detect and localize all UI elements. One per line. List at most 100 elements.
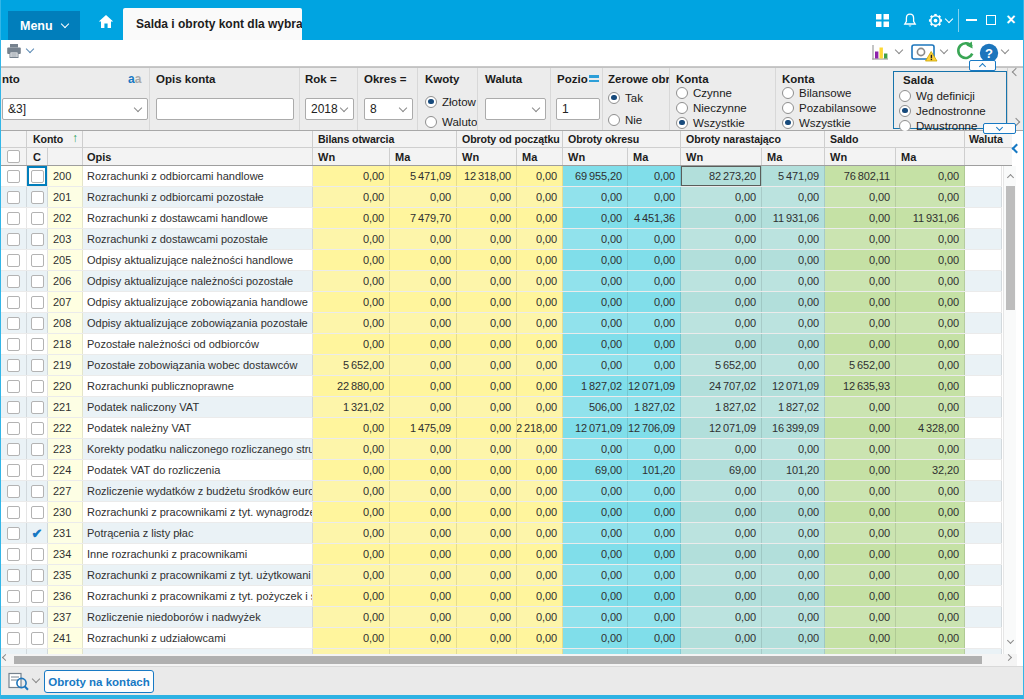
row-c-cell[interactable] — [27, 628, 48, 648]
cell-konto[interactable]: 231 — [48, 523, 83, 543]
row-select-checkbox[interactable] — [7, 632, 20, 645]
cell-value[interactable]: 0,00 — [825, 418, 896, 438]
cell-value[interactable]: 0,00 — [628, 313, 681, 333]
cell-value[interactable]: 11 931,06 — [896, 208, 965, 228]
cell-value[interactable]: 0,00 — [681, 565, 762, 585]
table-row-241[interactable]: 241Rozrachunki z udziałowcami0,000,000,0… — [0, 628, 1002, 649]
row-select-checkbox[interactable] — [7, 422, 20, 435]
chart-button[interactable] — [871, 44, 889, 61]
cell-value[interactable]: 0,00 — [681, 439, 762, 459]
cell-value[interactable]: 0,00 — [457, 586, 517, 606]
table-row-237[interactable]: 237Rozliczenie niedoborów i nadwyżek0,00… — [0, 607, 1002, 628]
cell-value[interactable]: 0,00 — [628, 481, 681, 501]
cell-value[interactable]: 0,00 — [313, 460, 390, 480]
cell-value[interactable]: 0,00 — [681, 523, 762, 543]
konto-filter-combobox[interactable]: &3] — [2, 98, 148, 120]
cell-value[interactable]: 0,00 — [457, 355, 517, 375]
cell-value[interactable]: 0,00 — [517, 166, 563, 186]
row-c-checkbox[interactable] — [31, 548, 44, 561]
radio-konta_aktywnosc-1[interactable]: Nieczynne — [676, 101, 747, 114]
cell-value[interactable]: 0,00 — [517, 586, 563, 606]
cell-value[interactable]: 0,00 — [390, 376, 457, 396]
cell-value[interactable]: 0,00 — [628, 229, 681, 249]
row-select-cell[interactable] — [0, 460, 27, 480]
radio-konta_aktywnosc-2[interactable]: Wszystkie — [676, 116, 745, 129]
cell-konto[interactable]: 203 — [48, 229, 83, 249]
row-select-checkbox[interactable] — [7, 443, 20, 456]
row-select-checkbox[interactable] — [7, 548, 20, 561]
radio-konta_typ-0[interactable]: Bilansowe — [782, 86, 851, 99]
cell-value[interactable]: 0,00 — [896, 355, 965, 375]
cell-value[interactable]: 0,00 — [762, 229, 825, 249]
cell-value[interactable]: 0,00 — [563, 334, 628, 354]
cell-value[interactable]: 0,00 — [628, 586, 681, 606]
cell-waluta[interactable] — [965, 460, 1002, 480]
cell-value[interactable]: 0,00 — [563, 355, 628, 375]
cell-waluta[interactable] — [965, 271, 1002, 291]
cell-value[interactable]: 0,00 — [825, 565, 896, 585]
row-select-cell[interactable] — [0, 208, 27, 228]
cell-value[interactable]: 0,00 — [628, 523, 681, 543]
row-c-checkbox[interactable] — [31, 506, 44, 519]
cell-value[interactable]: 0,00 — [517, 481, 563, 501]
cell-value[interactable]: 0,00 — [517, 544, 563, 564]
column-header-op-wn[interactable]: Wn — [457, 148, 517, 165]
cell-value[interactable]: 0,00 — [313, 565, 390, 585]
cell-value[interactable]: 12 071,09 — [762, 376, 825, 396]
cell-value[interactable]: 0,00 — [628, 607, 681, 627]
cell-value[interactable]: 0,00 — [762, 355, 825, 375]
cell-value[interactable]: 0,00 — [563, 502, 628, 522]
row-select-cell[interactable] — [0, 439, 27, 459]
column-header-bo-wn[interactable]: Wn — [313, 148, 390, 165]
row-select-checkbox[interactable] — [7, 611, 20, 624]
row-c-checkbox[interactable] — [31, 485, 44, 498]
column-header-bo-ma[interactable]: Ma — [390, 148, 457, 165]
cell-value[interactable]: 0,00 — [313, 523, 390, 543]
cell-value[interactable]: 0,00 — [628, 544, 681, 564]
cell-opis[interactable]: Podatek naliczony VAT — [83, 397, 313, 417]
cell-value[interactable]: 0,00 — [628, 250, 681, 270]
cell-value[interactable]: 0,00 — [457, 481, 517, 501]
cell-value[interactable]: 0,00 — [762, 481, 825, 501]
cell-value[interactable]: 0,00 — [517, 292, 563, 312]
table-row-206[interactable]: 206Odpisy aktualizujące należności pozos… — [0, 271, 1002, 292]
minimize-button[interactable] — [962, 0, 980, 40]
cell-value[interactable]: 0,00 — [896, 334, 965, 354]
table-row-234[interactable]: 234Inne rozrachunki z pracownikami0,000,… — [0, 544, 1002, 565]
cell-value[interactable]: 0,00 — [313, 208, 390, 228]
row-select-cell[interactable] — [0, 481, 27, 501]
table-row-231[interactable]: ✔231Potrącenia z listy płac0,000,000,000… — [0, 523, 1002, 544]
cell-value[interactable]: 0,00 — [825, 523, 896, 543]
row-select-cell[interactable] — [0, 313, 27, 333]
column-group-obroty-narastajaco[interactable]: Obroty narastająco — [681, 131, 825, 147]
radio-konta_typ-1[interactable]: Pozabilansowe — [782, 101, 876, 114]
row-c-cell[interactable] — [27, 292, 48, 312]
cell-waluta[interactable] — [965, 292, 1002, 312]
column-header-saldo-ma[interactable]: Ma — [896, 148, 965, 165]
column-header-konto-nr[interactable] — [48, 148, 83, 165]
cell-value[interactable]: 0,00 — [457, 523, 517, 543]
row-select-checkbox[interactable] — [7, 170, 20, 183]
table-row-218[interactable]: 218Pozostałe należności od odbiorców0,00… — [0, 334, 1002, 355]
cell-value[interactable]: 0,00 — [563, 544, 628, 564]
column-header-opis[interactable]: Opis — [83, 148, 313, 165]
row-c-cell[interactable] — [27, 439, 48, 459]
row-select-cell[interactable] — [0, 418, 27, 438]
cell-value[interactable]: 0,00 — [628, 565, 681, 585]
row-c-checkbox[interactable] — [31, 317, 44, 330]
cell-value[interactable]: 0,00 — [457, 334, 517, 354]
column-header-c[interactable]: C — [27, 148, 48, 165]
cell-waluta[interactable] — [965, 523, 1002, 543]
cell-value[interactable]: 0,00 — [681, 229, 762, 249]
cell-value[interactable]: 0,00 — [313, 544, 390, 564]
table-row-230[interactable]: 230Rozrachunki z pracownikami z tyt. wyn… — [0, 502, 1002, 523]
equals-icon[interactable] — [589, 75, 599, 84]
cell-value[interactable]: 0,00 — [825, 460, 896, 480]
cell-opis[interactable]: Rozrachunki z odbiorcami pozostałe — [83, 187, 313, 207]
row-c-checkbox[interactable] — [31, 569, 44, 582]
row-select-checkbox[interactable] — [7, 380, 20, 393]
row-c-cell[interactable] — [27, 250, 48, 270]
radio-konta_typ-2[interactable]: Wszystkie — [782, 116, 851, 129]
column-group-bilans-otwarcia[interactable]: Bilans otwarcia — [313, 131, 457, 147]
cell-value[interactable]: 22 880,00 — [313, 376, 390, 396]
